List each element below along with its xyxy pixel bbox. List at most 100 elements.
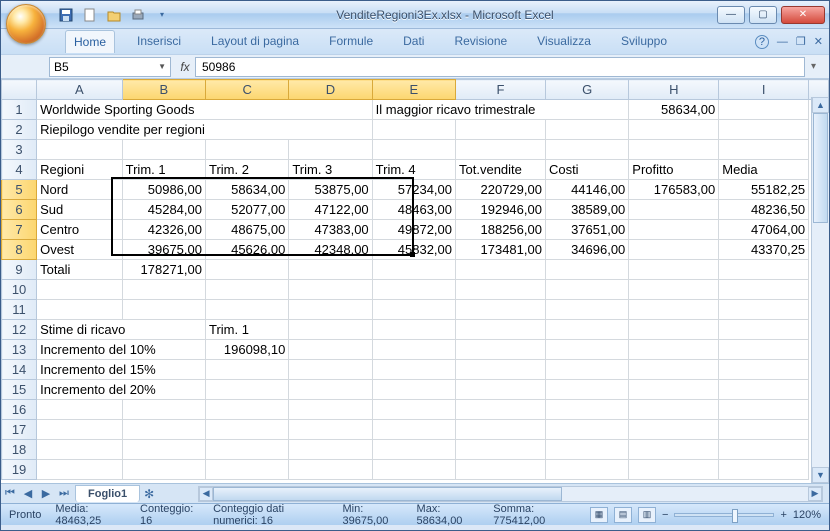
row-header-14[interactable]: 14 [2, 360, 37, 380]
cell-H12[interactable] [629, 320, 719, 340]
formula-expand-icon[interactable]: ▾ [811, 61, 829, 72]
cell-I15[interactable] [719, 380, 809, 400]
cell-H19[interactable] [629, 460, 719, 480]
cell-C12[interactable]: Trim. 1 [205, 320, 288, 340]
cell-F11[interactable] [456, 300, 546, 320]
cell-A8[interactable]: Ovest [37, 240, 123, 260]
cell-D9[interactable] [289, 260, 372, 280]
cell-D7[interactable]: 47383,00 [289, 220, 372, 240]
cell-D19[interactable] [289, 460, 372, 480]
mdi-restore-button[interactable]: ❐ [796, 35, 806, 48]
column-header-D[interactable]: D [289, 80, 372, 100]
cell-F7[interactable]: 188256,00 [456, 220, 546, 240]
cell-C18[interactable] [205, 440, 288, 460]
ribbon-tab-sviluppo[interactable]: Sviluppo [613, 30, 675, 53]
cell-B17[interactable] [122, 420, 205, 440]
cell-A1[interactable]: Worldwide Sporting Goods [37, 100, 373, 120]
cell-G4[interactable]: Costi [545, 160, 628, 180]
row-header-6[interactable]: 6 [2, 200, 37, 220]
cell-D8[interactable]: 42348,00 [289, 240, 372, 260]
column-header-C[interactable]: C [205, 80, 288, 100]
cell-C8[interactable]: 45626,00 [205, 240, 288, 260]
cell-E4[interactable]: Trim. 4 [372, 160, 455, 180]
row-header-7[interactable]: 7 [2, 220, 37, 240]
qat-more-icon[interactable]: ▾ [151, 4, 173, 26]
cell-C11[interactable] [205, 300, 288, 320]
scroll-right-icon[interactable]: ▶ [808, 487, 822, 501]
row-header-19[interactable]: 19 [2, 460, 37, 480]
cell-B18[interactable] [122, 440, 205, 460]
horizontal-scrollbar[interactable]: ◀ ▶ [198, 486, 823, 502]
cell-I8[interactable]: 43370,25 [719, 240, 809, 260]
column-header-G[interactable]: G [545, 80, 628, 100]
vscroll-thumb[interactable] [813, 113, 828, 223]
hscroll-thumb[interactable] [213, 487, 562, 501]
sheet-tab[interactable]: Foglio1 [75, 485, 140, 502]
cell-F17[interactable] [456, 420, 546, 440]
cell-I5[interactable]: 55182,25 [719, 180, 809, 200]
cell-A17[interactable] [37, 420, 123, 440]
cell-G12[interactable] [545, 320, 628, 340]
cell-A16[interactable] [37, 400, 123, 420]
row-header-3[interactable]: 3 [2, 140, 37, 160]
cell-I6[interactable]: 48236,50 [719, 200, 809, 220]
cell-B10[interactable] [122, 280, 205, 300]
cell-I18[interactable] [719, 440, 809, 460]
cell-I4[interactable]: Media [719, 160, 809, 180]
cell-G7[interactable]: 37651,00 [545, 220, 628, 240]
cell-A5[interactable]: Nord [37, 180, 123, 200]
cell-E7[interactable]: 49872,00 [372, 220, 455, 240]
row-header-1[interactable]: 1 [2, 100, 37, 120]
zoom-in-icon[interactable]: + [780, 509, 786, 521]
cell-H6[interactable] [629, 200, 719, 220]
cell-B8[interactable]: 39675,00 [122, 240, 205, 260]
name-box-dropdown-icon[interactable]: ▼ [158, 62, 166, 71]
cell-C9[interactable] [205, 260, 288, 280]
quick-print-icon[interactable] [127, 4, 149, 26]
cell-D13[interactable] [289, 340, 372, 360]
cell-H16[interactable] [629, 400, 719, 420]
tab-nav-last-icon[interactable]: ⏭ [55, 485, 73, 503]
cell-I2[interactable] [719, 120, 809, 140]
cell-F10[interactable] [456, 280, 546, 300]
column-header-E[interactable]: E [372, 80, 455, 100]
cell-G2[interactable] [545, 120, 628, 140]
cell-G10[interactable] [545, 280, 628, 300]
cell-G19[interactable] [545, 460, 628, 480]
cell-H14[interactable] [629, 360, 719, 380]
minimize-button[interactable]: — [717, 6, 745, 24]
ribbon-tab-visualizza[interactable]: Visualizza [529, 30, 599, 53]
cell-F13[interactable] [456, 340, 546, 360]
cell-G17[interactable] [545, 420, 628, 440]
row-header-5[interactable]: 5 [2, 180, 37, 200]
cell-G15[interactable] [545, 380, 628, 400]
cell-I3[interactable] [719, 140, 809, 160]
cell-A3[interactable] [37, 140, 123, 160]
page-break-view-icon[interactable]: ▥ [638, 507, 656, 523]
cell-I16[interactable] [719, 400, 809, 420]
cell-I7[interactable]: 47064,00 [719, 220, 809, 240]
scroll-down-icon[interactable]: ▼ [812, 467, 829, 483]
zoom-slider-handle[interactable] [732, 509, 738, 523]
cell-C15[interactable] [205, 380, 288, 400]
cell-H1[interactable]: 58634,00 [629, 100, 719, 120]
maximize-button[interactable]: ▢ [749, 6, 777, 24]
cell-H7[interactable] [629, 220, 719, 240]
cell-D6[interactable]: 47122,00 [289, 200, 372, 220]
cell-C10[interactable] [205, 280, 288, 300]
cell-D18[interactable] [289, 440, 372, 460]
cell-C14[interactable] [205, 360, 288, 380]
cell-D5[interactable]: 53875,00 [289, 180, 372, 200]
cell-B5[interactable]: 50986,00 [122, 180, 205, 200]
new-icon[interactable] [79, 4, 101, 26]
cell-A6[interactable]: Sud [37, 200, 123, 220]
scroll-left-icon[interactable]: ◀ [199, 487, 213, 501]
cell-E8[interactable]: 45832,00 [372, 240, 455, 260]
row-header-8[interactable]: 8 [2, 240, 37, 260]
cell-C6[interactable]: 52077,00 [205, 200, 288, 220]
zoom-level[interactable]: 120% [793, 509, 821, 521]
cell-E1[interactable]: Il maggior ricavo trimestrale [372, 100, 629, 120]
cell-E11[interactable] [372, 300, 455, 320]
fx-icon[interactable]: fx [175, 60, 195, 74]
scroll-up-icon[interactable]: ▲ [812, 97, 829, 113]
